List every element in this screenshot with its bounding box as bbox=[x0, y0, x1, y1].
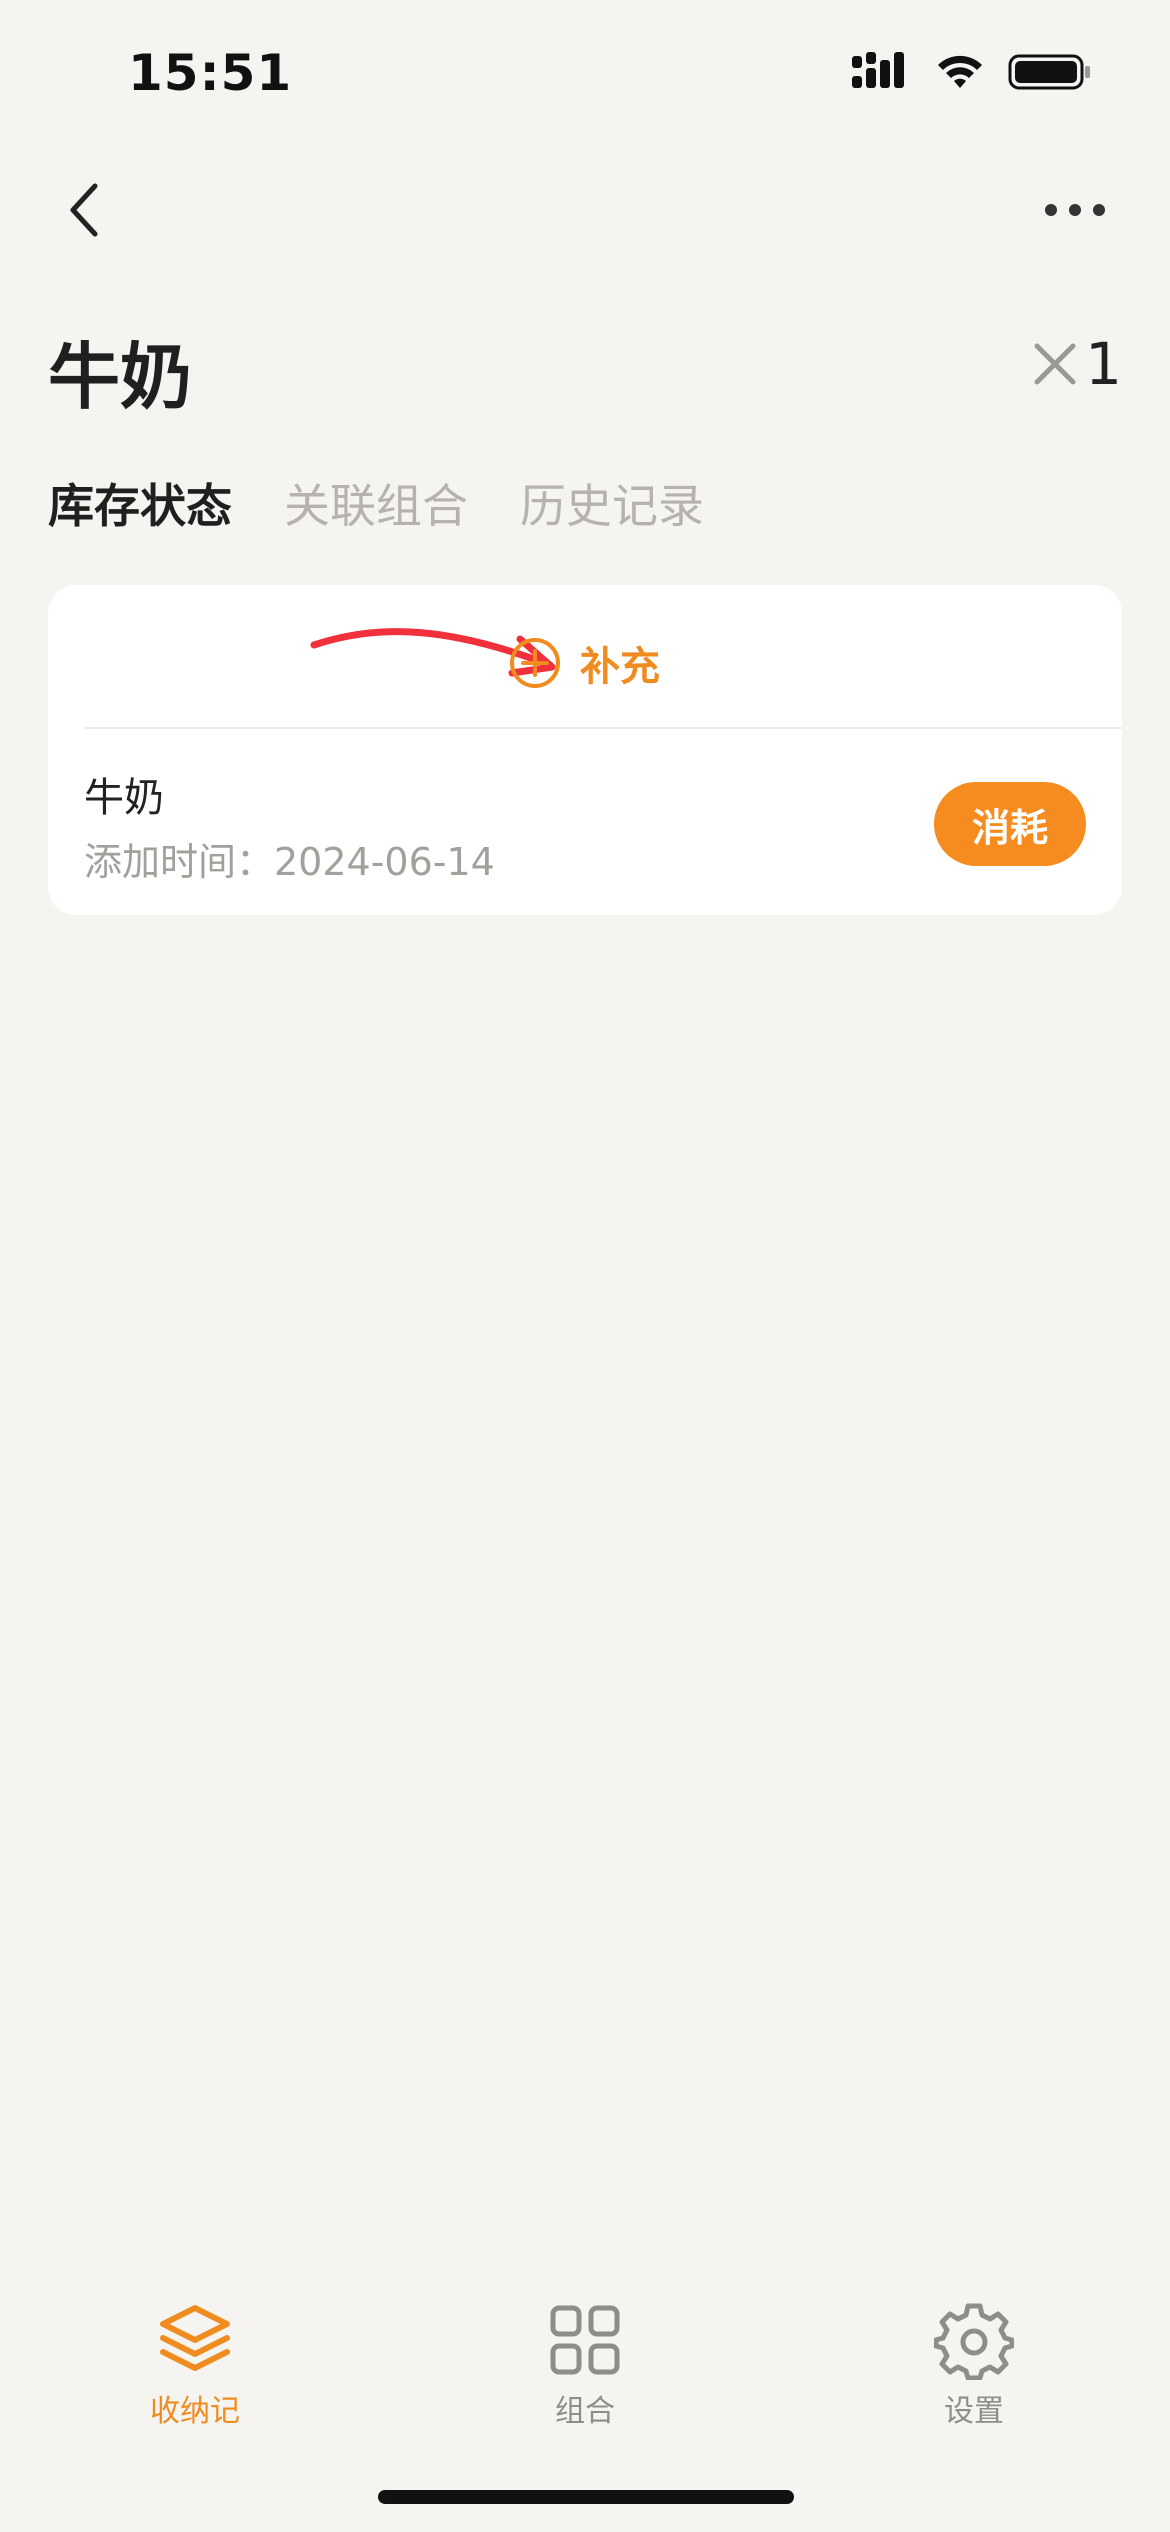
gear-icon bbox=[934, 2303, 1014, 2380]
tab-inventory-status[interactable]: 库存状态 bbox=[48, 470, 232, 536]
plus-circle-icon bbox=[510, 638, 560, 688]
bottom-tab-storage[interactable]: 收纳记 bbox=[95, 2300, 295, 2430]
status-icons bbox=[852, 52, 1092, 92]
replenish-button[interactable]: 补充 bbox=[508, 633, 660, 693]
grid-icon bbox=[550, 2305, 620, 2375]
nav-bar bbox=[0, 160, 1170, 250]
status-time: 15:51 bbox=[128, 44, 293, 102]
bottom-tab-combos-label: 组合 bbox=[555, 2394, 615, 2429]
battery-icon bbox=[1008, 54, 1090, 90]
consume-button[interactable]: 消耗 bbox=[934, 782, 1086, 866]
home-indicator bbox=[378, 2490, 794, 2504]
more-button[interactable] bbox=[1030, 180, 1120, 240]
bottom-tab-settings-label: 设置 bbox=[944, 2394, 1004, 2429]
bottom-tab-storage-label: 收纳记 bbox=[150, 2394, 240, 2429]
entry-name: 牛奶 bbox=[84, 775, 164, 821]
back-button[interactable] bbox=[50, 170, 120, 250]
bottom-tab-combos[interactable]: 组合 bbox=[485, 2300, 685, 2430]
page-title: 牛奶 bbox=[48, 335, 193, 419]
bottom-tab-settings[interactable]: 设置 bbox=[874, 2300, 1074, 2430]
cellular-signal-icon bbox=[852, 52, 904, 88]
tabs: 库存状态 关联组合 历史记录 bbox=[48, 470, 704, 536]
ellipsis-icon bbox=[1045, 204, 1105, 216]
stack-icon bbox=[160, 2305, 230, 2371]
card-divider bbox=[84, 727, 1122, 729]
tab-history[interactable]: 历史记录 bbox=[520, 470, 704, 536]
replenish-label: 补充 bbox=[580, 644, 660, 690]
quantity-value: 1 bbox=[1085, 330, 1122, 398]
wifi-icon bbox=[938, 55, 982, 88]
entry-added-time: 添加时间：2024-06-14 bbox=[84, 840, 495, 884]
bottom-tab-bar: 收纳记 组合 设置 bbox=[0, 2280, 1170, 2440]
inventory-card: 补充 牛奶 添加时间：2024-06-14 消耗 bbox=[48, 585, 1122, 915]
chevron-left-icon bbox=[70, 183, 98, 237]
tab-linked-combos[interactable]: 关联组合 bbox=[284, 470, 468, 536]
multiply-icon bbox=[1034, 343, 1076, 385]
status-bar: 15:51 bbox=[0, 0, 1170, 150]
quantity-display: 1 bbox=[1031, 330, 1122, 398]
